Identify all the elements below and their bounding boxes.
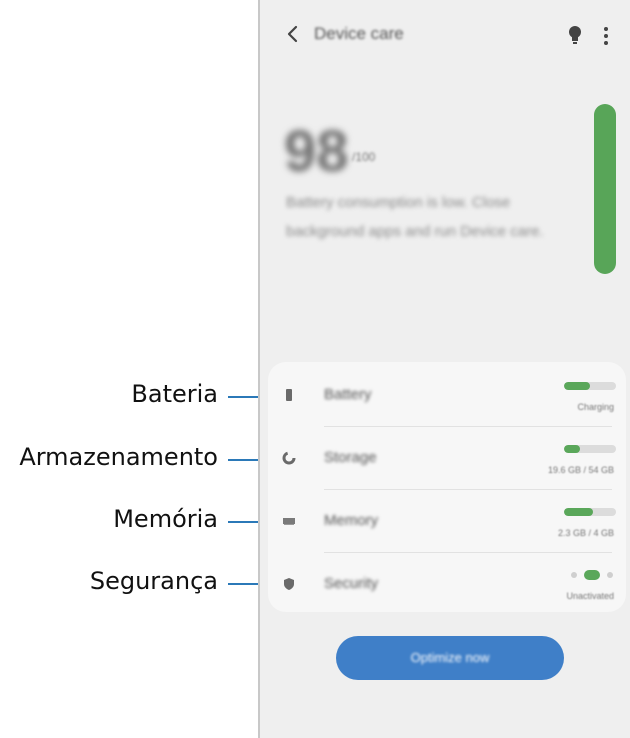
optimize-now-button[interactable]: Optimize now: [336, 636, 564, 680]
score-description: Battery consumption is low. Close backgr…: [286, 194, 544, 240]
item-status: 19.6 GB / 54 GB: [547, 465, 614, 475]
tips-button[interactable]: [566, 24, 584, 46]
storage-level-bar: [564, 445, 616, 453]
item-status: Unactivated: [566, 591, 614, 601]
page-title: Device care: [314, 24, 404, 43]
storage-icon: [282, 451, 296, 465]
battery-level-fill: [564, 382, 590, 390]
top-app-bar: Device care: [260, 10, 630, 58]
back-button[interactable]: [282, 22, 304, 46]
battery-icon: [286, 389, 292, 401]
memory-icon: [283, 518, 295, 525]
callout-storage: Armazenamento: [19, 443, 218, 471]
callout-security: Segurança: [89, 567, 218, 595]
figure-canvas: Bateria Armazenamento Memória Segurança …: [0, 0, 630, 738]
security-status-dots: [571, 570, 613, 580]
score-gauge: [594, 104, 616, 274]
optimize-button-label: Optimize now: [410, 650, 490, 665]
memory-level-bar: [564, 508, 616, 516]
chevron-left-icon: [287, 25, 298, 43]
item-label: Memory: [324, 512, 379, 529]
callout-memory: Memória: [113, 505, 218, 533]
item-status: 2.3 GB / 4 GB: [557, 528, 614, 538]
phone-screen: Device care 98 /100 Battery consumption …: [258, 0, 630, 738]
device-score: 98: [284, 119, 349, 184]
item-label: Battery: [324, 386, 372, 403]
list-item-security[interactable]: Security Unactivated: [268, 553, 626, 615]
score-unit: /100: [352, 150, 376, 164]
list-item-storage[interactable]: Storage 19.6 GB / 54 GB: [268, 427, 626, 489]
battery-level-bar: [564, 382, 616, 390]
shield-icon: [284, 578, 294, 590]
item-label: Security: [324, 575, 379, 592]
item-status: Charging: [577, 402, 614, 412]
item-label: Storage: [324, 449, 377, 466]
list-item-battery[interactable]: Battery Charging: [268, 364, 626, 426]
more-options-button[interactable]: [600, 24, 612, 46]
storage-level-fill: [564, 445, 580, 453]
memory-level-fill: [564, 508, 593, 516]
status-card: Battery Charging Storage 19.6 GB / 54 GB: [268, 362, 626, 612]
lightbulb-icon: [569, 26, 581, 44]
callout-battery: Bateria: [131, 380, 218, 408]
list-item-memory[interactable]: Memory 2.3 GB / 4 GB: [268, 490, 626, 552]
